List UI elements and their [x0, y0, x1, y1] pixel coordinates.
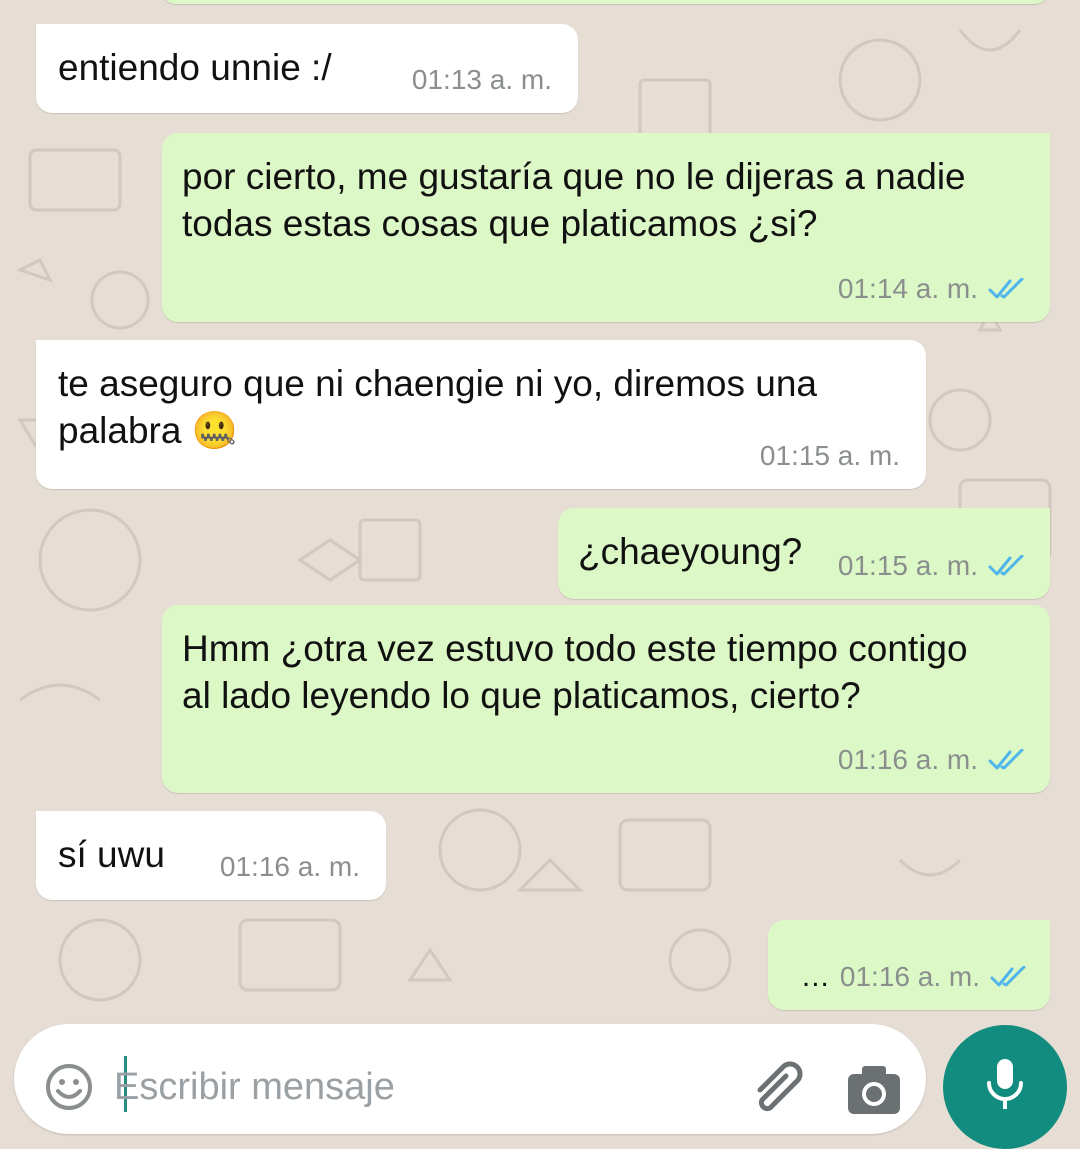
camera-icon[interactable] — [844, 1060, 904, 1120]
zipper-mouth-emoji: 🤐 — [191, 409, 238, 452]
message-time: 01:15 a. m. — [759, 440, 900, 471]
message-time: 01:14 a. m. — [837, 273, 978, 304]
outgoing-message[interactable]: ... 01:16 a. m. — [768, 920, 1050, 1010]
message-meta: 01:16 a. m. — [220, 852, 360, 882]
mic-button[interactable] — [943, 1025, 1067, 1149]
read-ticks-icon — [988, 278, 1024, 299]
read-ticks-icon — [988, 555, 1024, 576]
outgoing-message[interactable]: por cierto, me gustaría que no le dijera… — [162, 133, 1050, 322]
incoming-message[interactable]: entiendo unnie :/ 01:13 a. m. — [36, 24, 578, 113]
outgoing-message[interactable]: Hmm ¿otra vez estuvo todo este tiempo co… — [162, 605, 1050, 793]
message-time: 01:13 a. m. — [411, 64, 552, 95]
read-ticks-icon — [990, 966, 1026, 987]
message-meta: 01:13 a. m. — [412, 65, 552, 95]
message-meta: 01:15 a. m. — [760, 441, 900, 471]
incoming-message[interactable]: sí uwu 01:16 a. m. — [36, 811, 386, 900]
attach-icon[interactable] — [746, 1060, 806, 1120]
message-meta: 01:15 a. m. — [838, 551, 1024, 581]
message-meta: 01:14 a. m. — [838, 274, 1024, 304]
previous-message-edge — [160, 0, 1050, 4]
message-meta: ... 01:16 a. m. — [802, 962, 1026, 992]
mic-icon — [987, 1059, 1023, 1109]
read-ticks-icon — [988, 749, 1024, 770]
incoming-message[interactable]: te aseguro que ni chaengie ni yo, diremo… — [36, 340, 926, 489]
message-time: 01:15 a. m. — [837, 550, 978, 581]
message-time: 01:16 a. m. — [219, 851, 360, 882]
message-time: 01:16 a. m. — [837, 744, 978, 775]
message-meta: 01:16 a. m. — [838, 745, 1024, 775]
emoji-icon[interactable] — [44, 1062, 94, 1112]
message-composer: Escribir mensaje — [14, 1024, 926, 1134]
message-text: entiendo unnie :/ — [58, 47, 332, 88]
message-text: Hmm ¿otra vez estuvo todo este tiempo co… — [182, 628, 968, 716]
message-time: 01:16 a. m. — [839, 961, 980, 992]
message-text: sí uwu — [58, 834, 165, 875]
message-text: ¿chaeyoung? — [578, 531, 803, 572]
message-text: por cierto, me gustaría que no le dijera… — [182, 156, 966, 244]
message-text: ... — [801, 960, 830, 993]
outgoing-message[interactable]: ¿chaeyoung? 01:15 a. m. — [558, 508, 1050, 599]
message-text-content: te aseguro que ni chaengie ni yo, diremo… — [58, 363, 818, 451]
